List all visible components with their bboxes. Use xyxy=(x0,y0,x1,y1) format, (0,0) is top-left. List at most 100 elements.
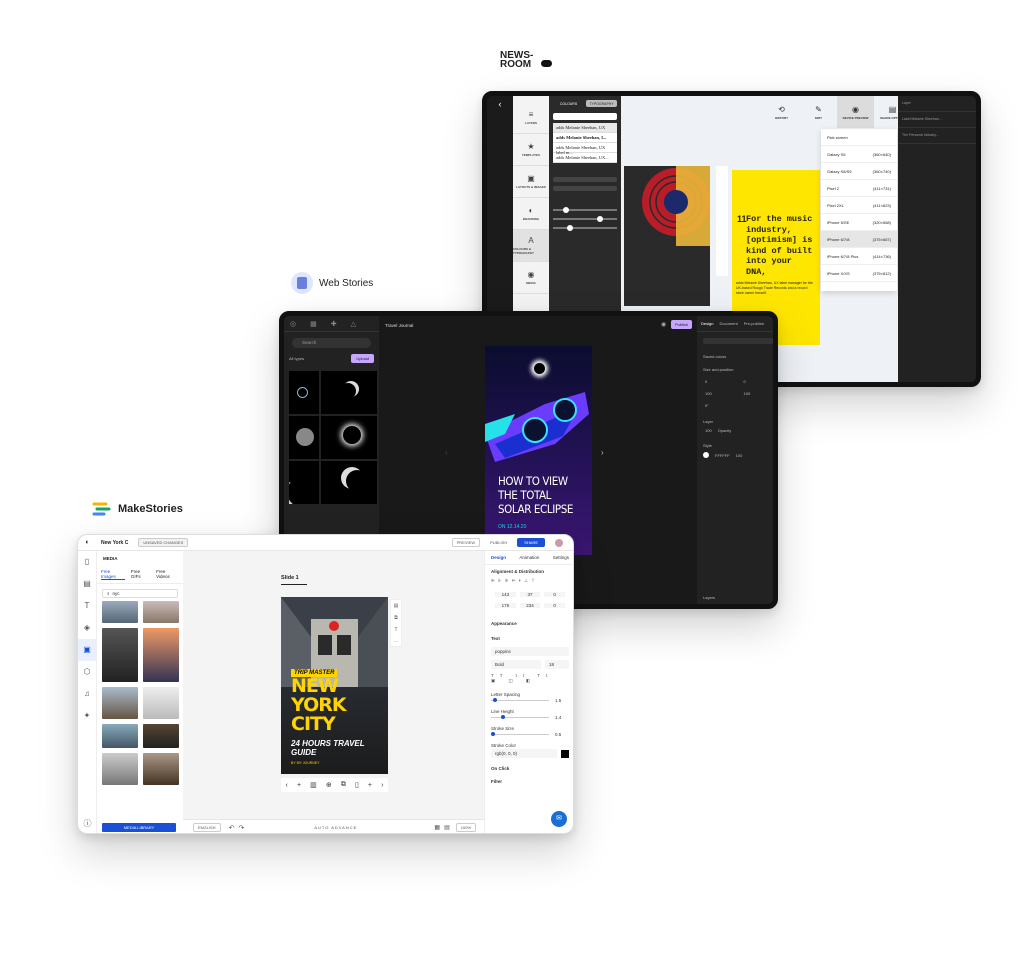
device-option[interactable]: Pixel 2 (411×731) xyxy=(821,180,897,197)
radius-field[interactable]: 0 xyxy=(544,603,565,608)
media-thumb[interactable] xyxy=(143,687,179,719)
color-swatch[interactable] xyxy=(703,452,709,458)
shape-icon[interactable]: ⬡ xyxy=(78,661,96,683)
media-thumb[interactable] xyxy=(143,628,179,682)
layers-icon[interactable]: ◈ xyxy=(78,617,96,639)
stroke-size-slider[interactable] xyxy=(491,732,549,736)
more-icon[interactable]: ⋯ xyxy=(391,636,401,648)
tab-document[interactable]: Document xyxy=(719,321,737,326)
media-thumb[interactable] xyxy=(102,753,138,785)
stroke-size-value[interactable]: 0.5 xyxy=(555,732,569,737)
align-tools[interactable]: ⊫⊩⊪⊨⊧⊥⊤ xyxy=(491,578,569,585)
appearance-label[interactable]: Appearance xyxy=(485,615,573,628)
device-option[interactable]: iPhone 5/SE (320×568) xyxy=(821,214,897,231)
opacity-value[interactable]: 100 xyxy=(705,428,712,433)
style-color-value[interactable]: FFFFFF xyxy=(715,453,730,458)
nav-branding[interactable]: ◐ BRANDING xyxy=(513,198,549,230)
text-icon[interactable]: T xyxy=(78,595,96,617)
upload-button[interactable]: Upload xyxy=(351,354,374,363)
next-page-icon[interactable]: › xyxy=(601,448,604,457)
tab-prepublish[interactable]: Pre-publish xyxy=(744,321,764,326)
device-option[interactable]: Pixel 2XL (411×823) xyxy=(821,197,897,214)
weight-select[interactable]: Bold xyxy=(491,660,541,669)
share-button[interactable]: SHARE xyxy=(517,538,545,547)
nav-layers[interactable]: ≡ LAYERS xyxy=(513,102,549,134)
section-size-position[interactable]: Size and position xyxy=(697,363,773,376)
publish-button[interactable]: Publish xyxy=(671,320,693,329)
font-option[interactable]: adds Melanie Sheehan, I... xyxy=(553,133,617,143)
line-height-value[interactable]: 1.4 xyxy=(555,715,569,720)
section-layers[interactable]: Layers xyxy=(703,595,715,600)
eclipse-story-page[interactable]: HOW TO VIEW THE TOTAL SOLAR ECLIPSE ON 1… xyxy=(485,346,592,555)
layer-item[interactable]: Label Melanie Sheehan... xyxy=(898,112,976,128)
tab-free-images[interactable]: Free Images xyxy=(101,569,125,580)
page-slide-icon[interactable]: ▯ xyxy=(355,781,359,789)
media-thumb[interactable] xyxy=(102,724,138,748)
device-option[interactable]: Galaxy S5 (360×640) xyxy=(821,146,897,163)
tab-typography[interactable]: TYPOGRAPHY xyxy=(586,100,617,107)
back-icon[interactable]: ‹ xyxy=(487,99,513,109)
text-tab-icon[interactable]: △ xyxy=(351,320,356,328)
layer-item[interactable]: The Personal industry... xyxy=(898,128,976,144)
document-title[interactable]: New York C xyxy=(101,540,128,546)
device-preview-button[interactable]: ◉ DEVICE PREVIEW xyxy=(837,96,874,128)
media-thumb[interactable] xyxy=(102,601,138,623)
on-click-label[interactable]: On Click xyxy=(485,758,573,773)
section-layer[interactable]: Layer xyxy=(697,411,773,426)
stroke-color-swatch[interactable] xyxy=(561,749,569,758)
device-option[interactable]: Pick screen xyxy=(821,129,897,146)
device-option[interactable]: Galaxy S8/S9 (360×740) xyxy=(821,163,897,180)
music-icon[interactable]: ♫ xyxy=(78,683,96,705)
x-field[interactable]: 143 xyxy=(495,592,516,597)
media-thumb[interactable] xyxy=(289,371,319,414)
search-input[interactable]: Search xyxy=(292,338,371,348)
image-tab-icon[interactable]: ▦ xyxy=(310,320,317,328)
media-thumb[interactable] xyxy=(143,724,179,748)
media-thumb[interactable] xyxy=(321,461,377,504)
undo-icon[interactable]: ↶ xyxy=(229,824,235,832)
rotate-field[interactable]: 0 xyxy=(544,592,565,597)
line-height-slider[interactable] xyxy=(491,715,549,719)
auto-advance-label[interactable]: AUTO ADVANCE xyxy=(314,825,357,830)
trash-icon[interactable]: ▤ xyxy=(391,600,401,612)
publish-button[interactable]: PUBLISH xyxy=(486,539,511,546)
next-slide-icon[interactable]: › xyxy=(381,782,383,789)
delete-slide-icon[interactable]: ▥ xyxy=(310,781,317,789)
filter-label[interactable]: All types xyxy=(289,356,304,361)
page-icon[interactable]: ▯ xyxy=(78,551,96,573)
media-library-button[interactable]: MEDIA LIBRARY xyxy=(102,823,176,832)
filter-label[interactable]: Filter xyxy=(485,773,573,786)
twitter-icon[interactable]: ✦ xyxy=(78,705,96,727)
zoom-level[interactable]: 100% xyxy=(455,823,476,832)
image-icon[interactable]: ▣ xyxy=(78,639,96,661)
line-height-slider[interactable] xyxy=(553,216,617,222)
tab-animation[interactable]: Animation xyxy=(519,555,539,560)
y-value[interactable]: 0 xyxy=(744,379,774,384)
style-opacity-value[interactable]: 100 xyxy=(736,453,743,458)
edit-button[interactable]: ✎ EDIT xyxy=(800,96,837,128)
history-button[interactable]: ⟲ HISTORY xyxy=(763,96,800,128)
media-thumb[interactable] xyxy=(321,416,377,459)
shapes-tab-icon[interactable]: ✚ xyxy=(331,320,337,328)
nyc-story-page[interactable]: TRIP MASTER NEW YORK CITY 24 HOURS TRAVE… xyxy=(281,597,388,774)
media-thumb[interactable] xyxy=(321,371,377,414)
position-row[interactable] xyxy=(553,177,617,182)
media-tab-icon[interactable]: ◎ xyxy=(290,320,296,328)
font-option[interactable]: adds Melanie Sheehan, UX... xyxy=(553,153,617,163)
rotation-value[interactable]: 0° xyxy=(705,403,737,408)
letter-spacing-slider[interactable] xyxy=(491,698,549,702)
help-icon[interactable]: ⓘ xyxy=(78,813,97,833)
media-thumb[interactable] xyxy=(289,416,319,459)
prev-page-icon[interactable]: ‹ xyxy=(445,448,448,457)
menu-icon[interactable]: ◐ xyxy=(78,539,97,546)
font-search[interactable] xyxy=(553,113,617,120)
add-after-icon[interactable]: + xyxy=(368,782,372,789)
section-saved-colors[interactable]: Saved colors xyxy=(697,350,773,363)
device-option[interactable]: iPhone X/XS (375×812) xyxy=(821,265,897,282)
copy-slide-icon[interactable]: ⧉ xyxy=(341,781,346,789)
font-size-slider[interactable] xyxy=(553,207,617,213)
tab-free-gifs[interactable]: Free GIFs xyxy=(131,569,150,580)
duplicate-slide-icon[interactable]: ⊕ xyxy=(326,781,332,789)
media-thumb[interactable] xyxy=(102,628,138,682)
layout-icon[interactable]: ▤ xyxy=(78,573,96,595)
